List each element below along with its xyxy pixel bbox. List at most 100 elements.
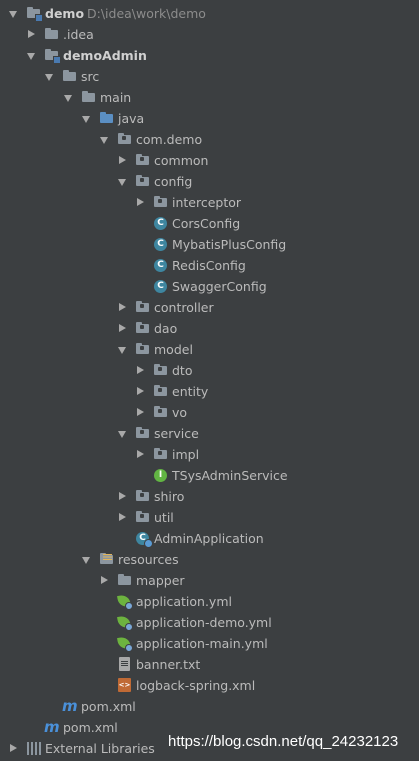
tree-item-banner-txt[interactable]: banner.txt xyxy=(0,654,300,675)
expand-arrow-icon[interactable] xyxy=(26,45,36,66)
tree-item-service[interactable]: service xyxy=(0,423,300,444)
tree-item-demo[interactable]: demo D:\idea\work\demo xyxy=(0,3,300,24)
tree-item-label: .idea xyxy=(63,27,94,42)
tree-item-label: src xyxy=(81,69,100,84)
tree-item-label: AdminApplication xyxy=(154,531,264,546)
folder-icon xyxy=(117,573,133,588)
tree-item-label: impl xyxy=(172,447,200,462)
tree-item-vo[interactable]: vo xyxy=(0,402,300,423)
collapse-arrow-icon[interactable] xyxy=(135,360,145,381)
expand-arrow-icon[interactable] xyxy=(81,108,91,129)
package-icon xyxy=(117,132,133,147)
folder-icon xyxy=(81,90,97,105)
collapse-arrow-icon[interactable] xyxy=(117,486,127,507)
expand-arrow-icon[interactable] xyxy=(8,3,18,24)
tree-item-tsysadminservice[interactable]: I TSysAdminService xyxy=(0,465,300,486)
tree-item-label: mapper xyxy=(136,573,185,588)
tree-item-idea[interactable]: .idea xyxy=(0,24,300,45)
tree-item-pom-xml-module[interactable]: m pom.xml xyxy=(0,696,300,717)
collapse-arrow-icon[interactable] xyxy=(135,381,145,402)
text-file-icon xyxy=(117,657,133,672)
package-icon xyxy=(135,489,151,504)
collapse-arrow-icon[interactable] xyxy=(135,444,145,465)
tree-item-label: banner.txt xyxy=(136,657,201,672)
class-icon: C xyxy=(153,279,169,294)
tree-item-config[interactable]: config xyxy=(0,171,300,192)
package-icon xyxy=(135,174,151,189)
project-path: D:\idea\work\demo xyxy=(87,6,206,21)
tree-item-src[interactable]: src xyxy=(0,66,300,87)
tree-item-shiro[interactable]: shiro xyxy=(0,486,300,507)
tree-item-dto[interactable]: dto xyxy=(0,360,300,381)
package-icon xyxy=(135,321,151,336)
expand-arrow-icon[interactable] xyxy=(81,549,91,570)
tree-item-label: RedisConfig xyxy=(172,258,246,273)
tree-item-common[interactable]: common xyxy=(0,150,300,171)
tree-item-adminapplication[interactable]: C AdminApplication xyxy=(0,528,300,549)
expand-arrow-icon[interactable] xyxy=(117,171,127,192)
collapse-arrow-icon[interactable] xyxy=(117,150,127,171)
tree-item-application-demo-yml[interactable]: application-demo.yml xyxy=(0,612,300,633)
tree-item-label: model xyxy=(154,342,193,357)
collapse-arrow-icon[interactable] xyxy=(117,297,127,318)
expand-arrow-icon[interactable] xyxy=(63,87,73,108)
expand-arrow-icon[interactable] xyxy=(44,66,54,87)
collapse-arrow-icon[interactable] xyxy=(117,318,127,339)
source-folder-icon xyxy=(99,111,115,126)
expand-arrow-icon[interactable] xyxy=(117,339,127,360)
project-tree: demo D:\idea\work\demo .idea demoAdmin s… xyxy=(0,0,419,761)
spring-yml-icon xyxy=(117,615,133,631)
tree-item-swaggerconfig[interactable]: C SwaggerConfig xyxy=(0,276,300,297)
tree-item-java[interactable]: java xyxy=(0,108,300,129)
tree-item-logback-spring-xml[interactable]: <> logback-spring.xml xyxy=(0,675,300,696)
xml-file-icon: <> xyxy=(117,678,133,693)
tree-item-label: demo xyxy=(45,6,85,21)
tree-item-label: interceptor xyxy=(172,195,242,210)
spring-boot-class-icon: C xyxy=(135,531,153,548)
tree-item-label: java xyxy=(118,111,145,126)
collapse-arrow-icon[interactable] xyxy=(135,192,145,213)
spring-yml-icon xyxy=(117,594,133,610)
tree-item-util[interactable]: util xyxy=(0,507,300,528)
tree-item-model[interactable]: model xyxy=(0,339,300,360)
tree-item-main[interactable]: main xyxy=(0,87,300,108)
tree-item-dao[interactable]: dao xyxy=(0,318,300,339)
expand-arrow-icon[interactable] xyxy=(99,129,109,150)
tree-item-demoadmin[interactable]: demoAdmin xyxy=(0,45,300,66)
collapse-arrow-icon[interactable] xyxy=(117,507,127,528)
tree-item-mapper[interactable]: mapper xyxy=(0,570,300,591)
maven-icon: m xyxy=(62,697,78,715)
tree-item-impl[interactable]: impl xyxy=(0,444,300,465)
collapse-arrow-icon[interactable] xyxy=(99,570,109,591)
collapse-arrow-icon[interactable] xyxy=(8,738,18,759)
tree-item-label: common xyxy=(154,153,209,168)
tree-item-label: TSysAdminService xyxy=(172,468,288,483)
tree-item-application-main-yml[interactable]: application-main.yml xyxy=(0,633,300,654)
tree-item-resources[interactable]: resources xyxy=(0,549,300,570)
interface-icon: I xyxy=(153,468,169,483)
spring-yml-icon xyxy=(117,636,133,652)
module-folder-icon xyxy=(26,6,43,22)
tree-item-mybatisplusconfig[interactable]: C MybatisPlusConfig xyxy=(0,234,300,255)
tree-item-com-demo[interactable]: com.demo xyxy=(0,129,300,150)
expand-arrow-icon[interactable] xyxy=(117,423,127,444)
tree-item-label: MybatisPlusConfig xyxy=(172,237,287,252)
tree-item-redisconfig[interactable]: C RedisConfig xyxy=(0,255,300,276)
tree-item-application-yml[interactable]: application.yml xyxy=(0,591,300,612)
tree-item-label: application-main.yml xyxy=(136,636,268,651)
tree-item-entity[interactable]: entity xyxy=(0,381,300,402)
package-icon xyxy=(153,447,169,462)
package-icon xyxy=(135,153,151,168)
collapse-arrow-icon[interactable] xyxy=(135,402,145,423)
collapse-arrow-icon[interactable] xyxy=(26,24,36,45)
class-icon: C xyxy=(153,258,169,273)
tree-item-label: vo xyxy=(172,405,188,420)
tree-item-label: CorsConfig xyxy=(172,216,241,231)
tree-item-controller[interactable]: controller xyxy=(0,297,300,318)
tree-item-label: logback-spring.xml xyxy=(136,678,256,693)
tree-item-interceptor[interactable]: interceptor xyxy=(0,192,300,213)
tree-item-corsconfig[interactable]: C CorsConfig xyxy=(0,213,300,234)
package-icon xyxy=(135,426,151,441)
tree-item-external-libraries[interactable]: External Libraries xyxy=(0,738,160,759)
tree-item-label: application-demo.yml xyxy=(136,615,272,630)
